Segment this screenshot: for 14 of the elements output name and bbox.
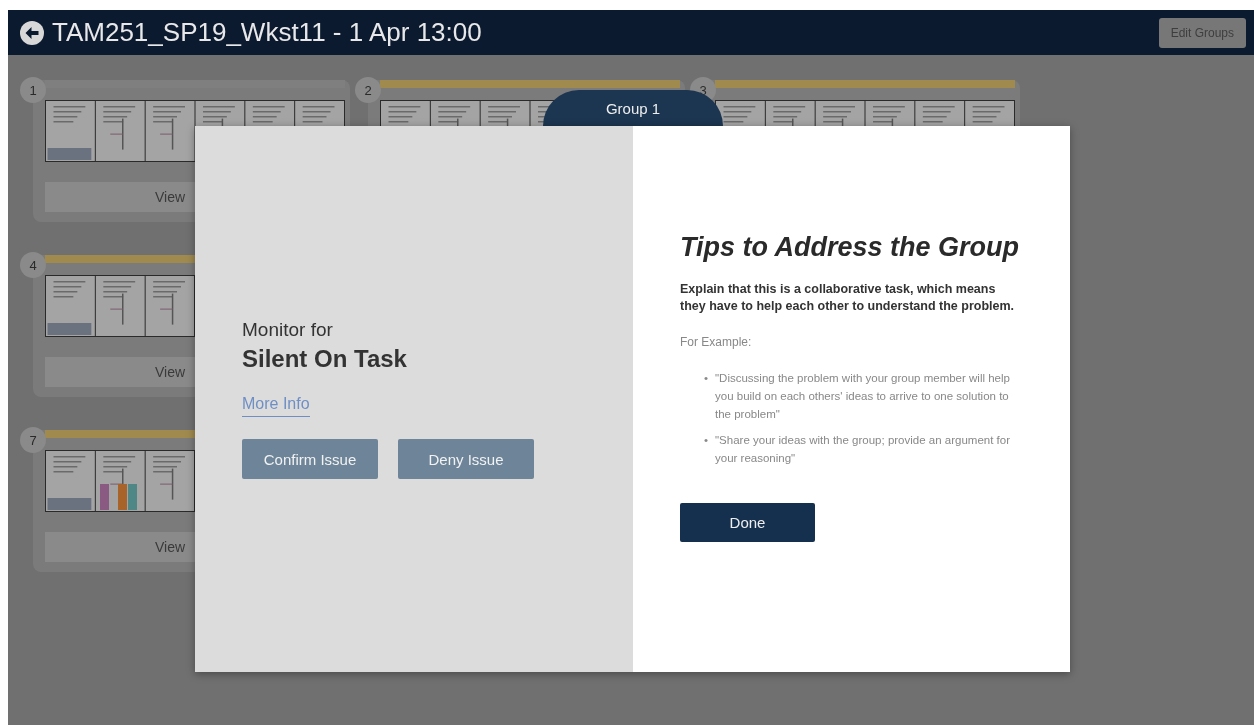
example-label: For Example: <box>680 335 753 349</box>
group-number: 4 <box>20 252 46 278</box>
page-title: TAM251_SP19_Wkst11 - 1 Apr 13:00 <box>52 17 483 48</box>
monitor-label: Monitor for <box>242 319 334 341</box>
bullet: • <box>704 371 709 386</box>
tip-paragraph: Explain that this is a collaborative task, which means they have to help each other to understand the problem. <box>680 281 1015 315</box>
example-item: "Share your ideas with the group; provide an argument for your reasoning" <box>715 433 1011 466</box>
issue-name: Silent On Task <box>242 345 408 373</box>
group-number: 7 <box>20 427 46 453</box>
tips-heading: Tips to Address the Group <box>680 232 1021 263</box>
example-item: "Discussing the problem with your group member will help you build on each others' ideas to arrive to one solution to the problem" <box>715 371 1011 422</box>
bullet: • <box>704 433 709 448</box>
group-number: 1 <box>20 77 46 103</box>
group-number: 2 <box>355 77 381 103</box>
